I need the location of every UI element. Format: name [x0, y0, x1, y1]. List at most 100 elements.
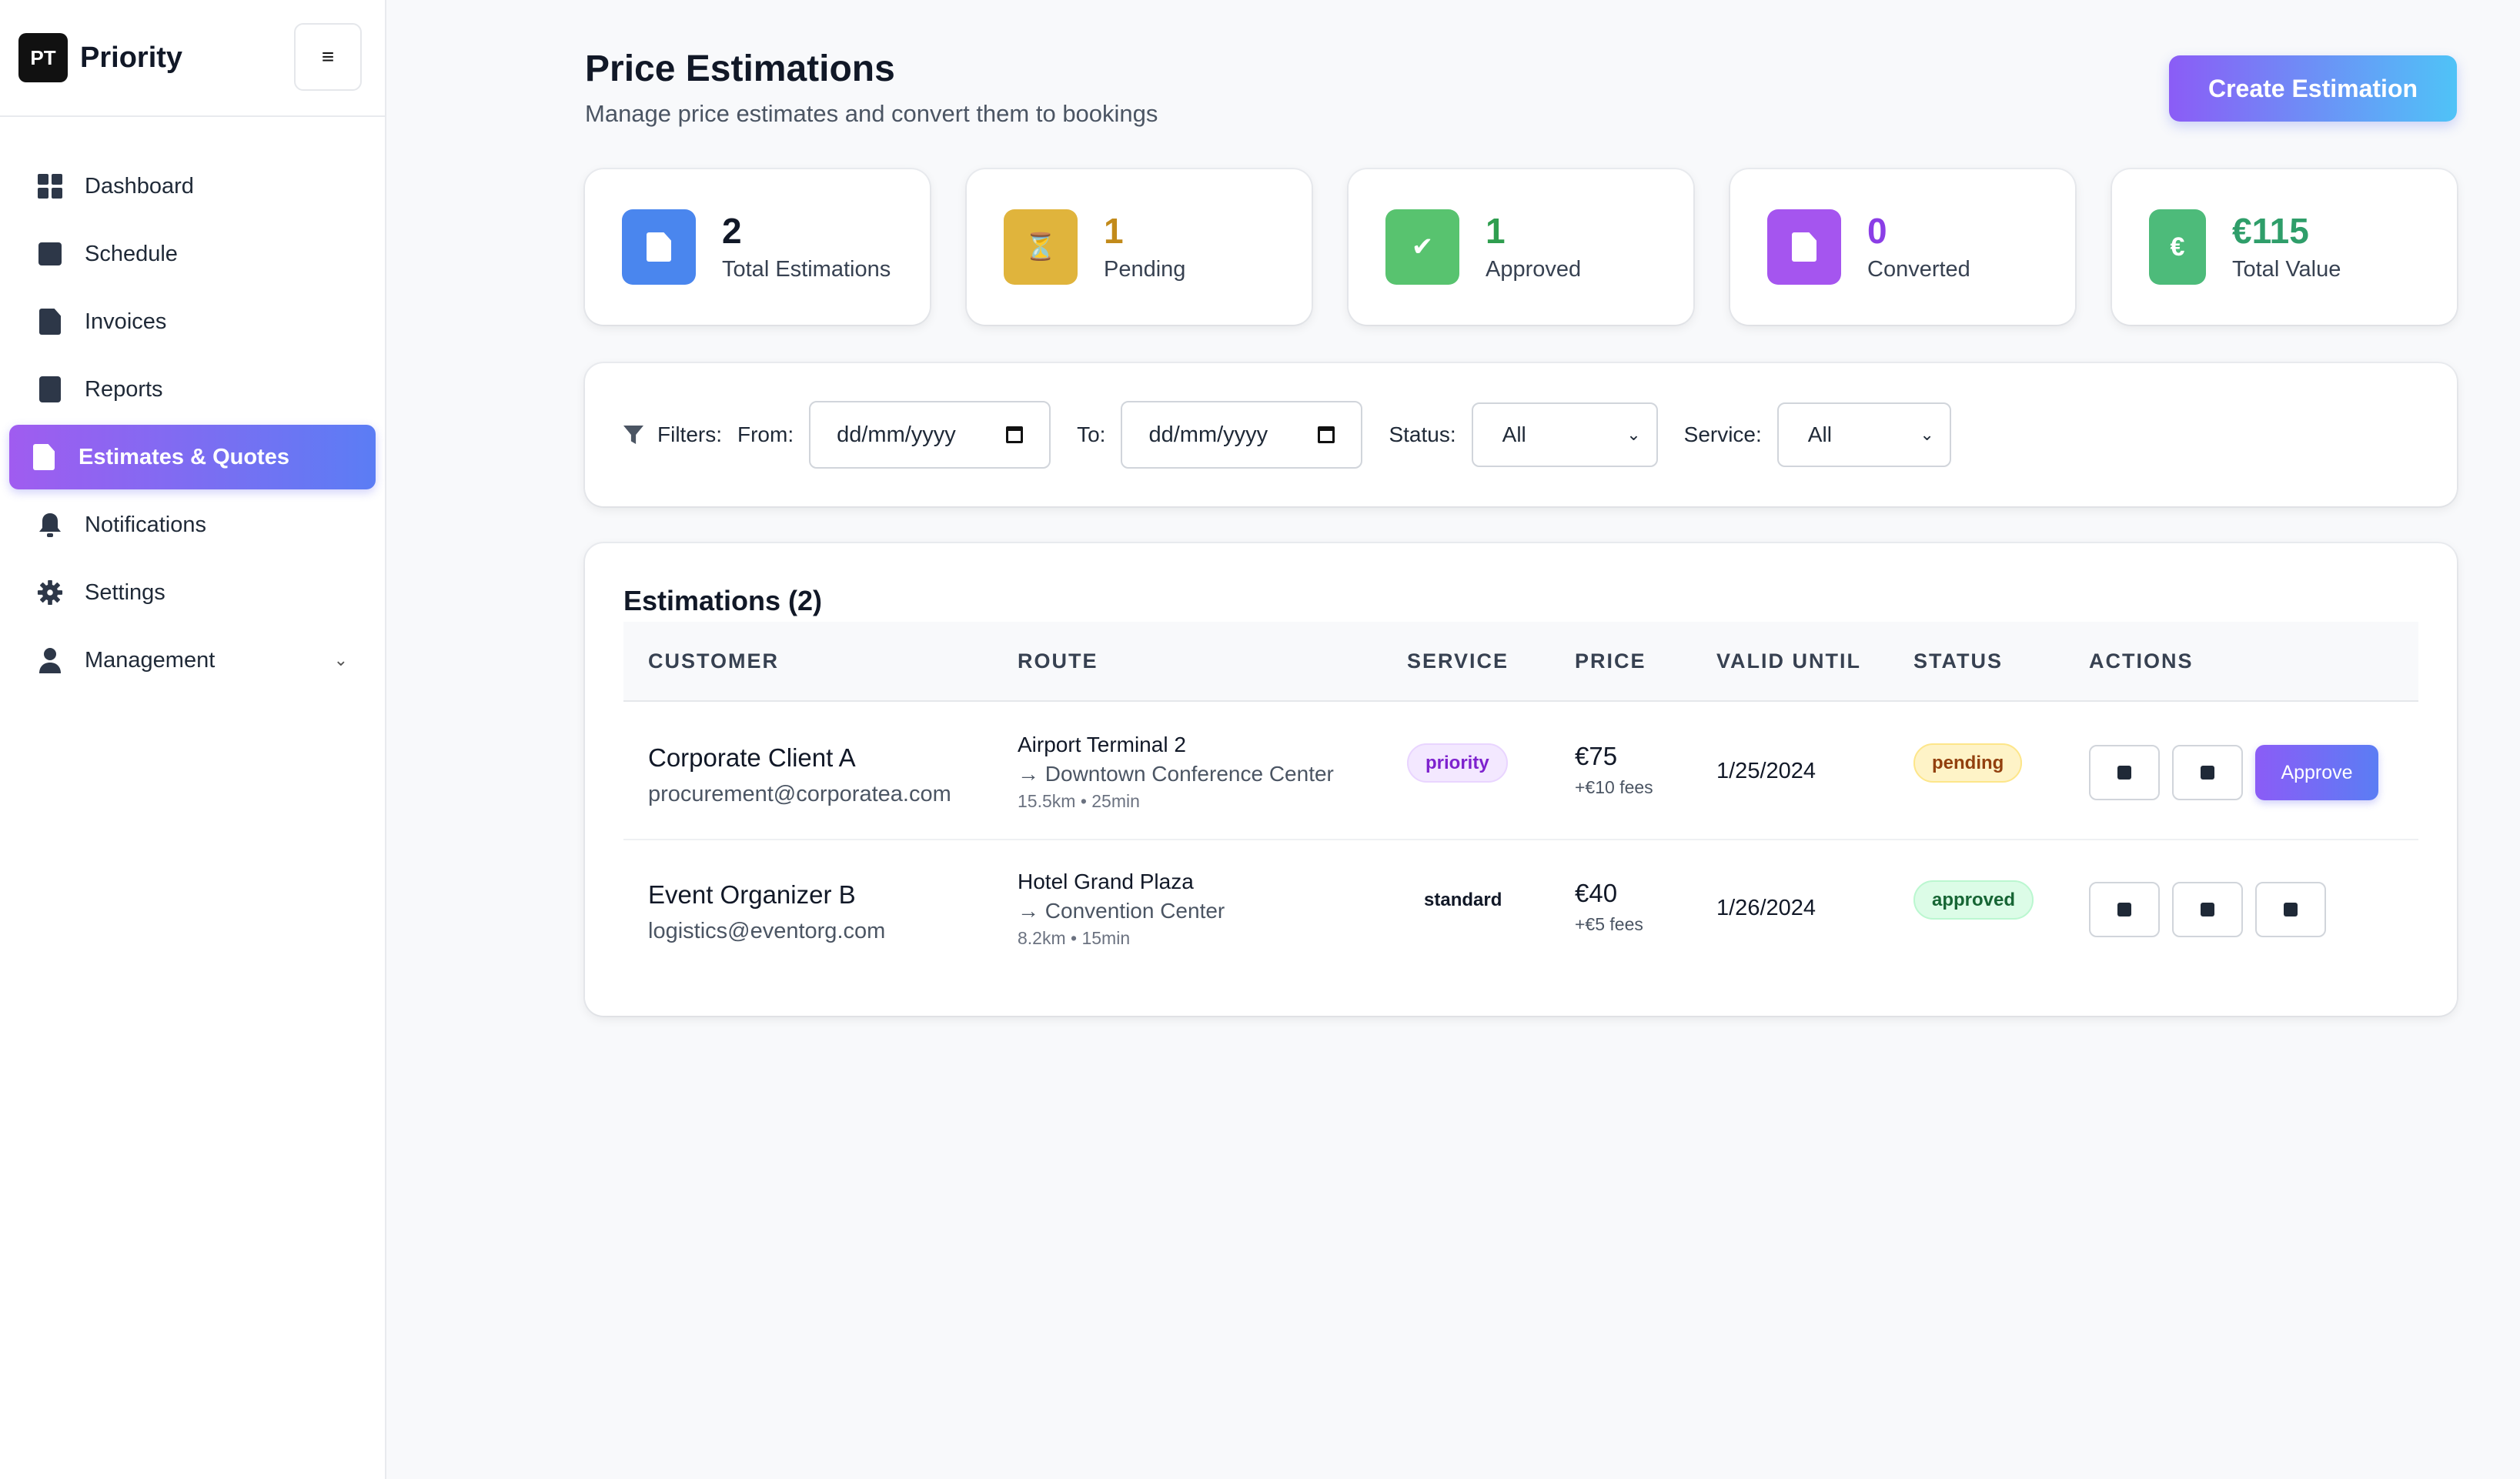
chevron-down-icon: ⌄ [1920, 425, 1934, 444]
document-icon [1767, 209, 1841, 285]
column-header[interactable]: VALID UNTIL [1716, 649, 1861, 673]
chevron-down-icon: ⌄ [1626, 425, 1641, 444]
page-title: Price Estimations [585, 48, 895, 89]
brand-name[interactable]: Priority [80, 42, 182, 75]
table-row[interactable]: Corporate Client A procurement@corporate… [623, 703, 2418, 840]
convert-button[interactable] [2255, 882, 2326, 937]
calendar-icon[interactable] [1318, 426, 1335, 443]
column-header[interactable]: STATUS [1913, 649, 2003, 673]
stat-card-converted: 0 Converted [1730, 169, 2075, 325]
trash-icon [2201, 766, 2214, 780]
filter-icon [623, 426, 643, 444]
sidebar-item-settings[interactable]: Settings [9, 560, 376, 625]
filter-bar: Filters: From: dd/mm/yyyy To: dd/mm/yyyy… [585, 363, 2457, 506]
table-title: Estimations (2) [623, 585, 823, 616]
sidebar-item-estimates[interactable]: Estimates & Quotes [9, 425, 376, 489]
filters-label: Filters: [657, 422, 722, 446]
euro-icon: € [2149, 209, 2206, 285]
column-header[interactable]: ROUTE [1018, 649, 1098, 673]
customer-email: logistics@eventorg.com [648, 919, 886, 943]
sidebar-item-notifications[interactable]: Notifications [9, 492, 376, 557]
sidebar-item-reports[interactable]: Reports [9, 357, 376, 422]
delete-button[interactable] [2172, 882, 2243, 937]
page-subtitle: Manage price estimates and convert them … [585, 100, 1158, 127]
sidebar-item-label: Estimates & Quotes [79, 444, 289, 469]
stat-label: Pending [1104, 256, 1186, 282]
column-header[interactable]: ACTIONS [2089, 649, 2194, 673]
delete-button[interactable] [2172, 745, 2243, 800]
customer-cell: Event Organizer B logistics@eventorg.com [648, 880, 885, 944]
table-header: CUSTOMER ROUTE SERVICE PRICE VALID UNTIL… [623, 622, 2418, 702]
sidebar-item-dashboard[interactable]: Dashboard [9, 154, 376, 219]
stat-label: Approved [1486, 256, 1582, 282]
chevron-down-icon[interactable]: ⌄ [334, 650, 348, 670]
edit-button[interactable] [2089, 882, 2160, 937]
table-row[interactable]: Event Organizer B logistics@eventorg.com… [623, 840, 2418, 977]
service-select[interactable]: All ⌄ [1776, 402, 1951, 467]
to-date-input[interactable]: dd/mm/yyyy [1121, 401, 1363, 469]
from-label: From: [737, 422, 794, 446]
column-header[interactable]: SERVICE [1407, 649, 1509, 673]
document-icon [622, 209, 696, 285]
status-label: Status: [1389, 422, 1456, 446]
calendar-icon[interactable] [1006, 426, 1024, 443]
stat-card-total-value: € €115 Total Value [2112, 169, 2457, 325]
sidebar-item-invoices[interactable]: Invoices [9, 289, 376, 354]
dashboard-icon [37, 173, 63, 199]
sidebar-item-management[interactable]: Management ⌄ [9, 628, 376, 693]
edit-button[interactable] [2089, 745, 2160, 800]
service-badge: priority [1407, 743, 1508, 783]
brand-logo[interactable]: PT [18, 33, 68, 82]
status-select[interactable]: All ⌄ [1471, 402, 1658, 467]
route-to: → Convention Center [1018, 899, 1225, 923]
sidebar-item-label: Notifications [85, 512, 206, 537]
service-cell: standard [1407, 890, 1519, 911]
user-icon [37, 647, 63, 673]
sidebar-item-schedule[interactable]: Schedule [9, 222, 376, 286]
gear-icon [37, 579, 63, 606]
route-meta: 15.5km • 25min [1018, 791, 1140, 811]
stat-card-total: 2 Total Estimations [585, 169, 930, 325]
valid-until-cell: 1/26/2024 [1716, 896, 1816, 921]
valid-until-date: 1/25/2024 [1716, 759, 1816, 783]
sidebar-item-label: Dashboard [85, 173, 194, 199]
customer-name: Event Organizer B [648, 880, 856, 909]
route-to: → Downtown Conference Center [1018, 762, 1334, 786]
edit-icon [2117, 766, 2131, 780]
stat-card-pending: ⏳ 1 Pending [967, 169, 1312, 325]
stat-card-approved: ✔ 1 Approved [1349, 169, 1693, 325]
route-cell: Airport Terminal 2 → Downtown Conference… [1018, 733, 1334, 812]
checkmark-icon: ✔ [1385, 209, 1459, 285]
price-value: €75 [1575, 742, 1618, 770]
bell-icon [37, 512, 63, 538]
menu-toggle-button[interactable]: ≡ [294, 23, 362, 91]
service-badge: standard [1424, 890, 1502, 910]
customer-cell: Corporate Client A procurement@corporate… [648, 743, 951, 807]
stat-label: Total Value [2232, 256, 2341, 282]
to-date-value: dd/mm/yyyy [1148, 422, 1268, 447]
report-icon [37, 376, 63, 402]
trash-icon [2201, 903, 2214, 916]
sidebar-item-label: Settings [85, 579, 165, 605]
stat-value: 1 [1486, 211, 1506, 252]
column-header[interactable]: CUSTOMER [648, 649, 779, 673]
customer-email: procurement@corporatea.com [648, 782, 951, 806]
sidebar: PT Priority ≡ Dashboard Schedule Invoice… [0, 0, 386, 1479]
column-header[interactable]: PRICE [1575, 649, 1646, 673]
service-select-value: All [1807, 422, 1832, 446]
fees-value: +€5 fees [1575, 914, 1643, 934]
route-from: Hotel Grand Plaza [1018, 870, 1194, 893]
route-cell: Hotel Grand Plaza → Convention Center 8.… [1018, 870, 1225, 949]
status-badge: pending [1913, 743, 2023, 783]
price-cell: €40 +€5 fees [1575, 879, 1643, 935]
hamburger-icon: ≡ [321, 45, 335, 68]
from-date-input[interactable]: dd/mm/yyyy [809, 401, 1051, 469]
create-estimation-button[interactable]: Create Estimation [2169, 55, 2457, 122]
calendar-icon [37, 241, 63, 267]
stat-value: 0 [1867, 211, 1887, 252]
sidebar-item-label: Management [85, 647, 216, 673]
service-cell: priority [1407, 743, 1508, 783]
sidebar-nav: Dashboard Schedule Invoices Reports Esti… [0, 117, 385, 693]
approve-button[interactable]: Approve [2255, 745, 2378, 800]
to-label: To: [1077, 422, 1106, 446]
